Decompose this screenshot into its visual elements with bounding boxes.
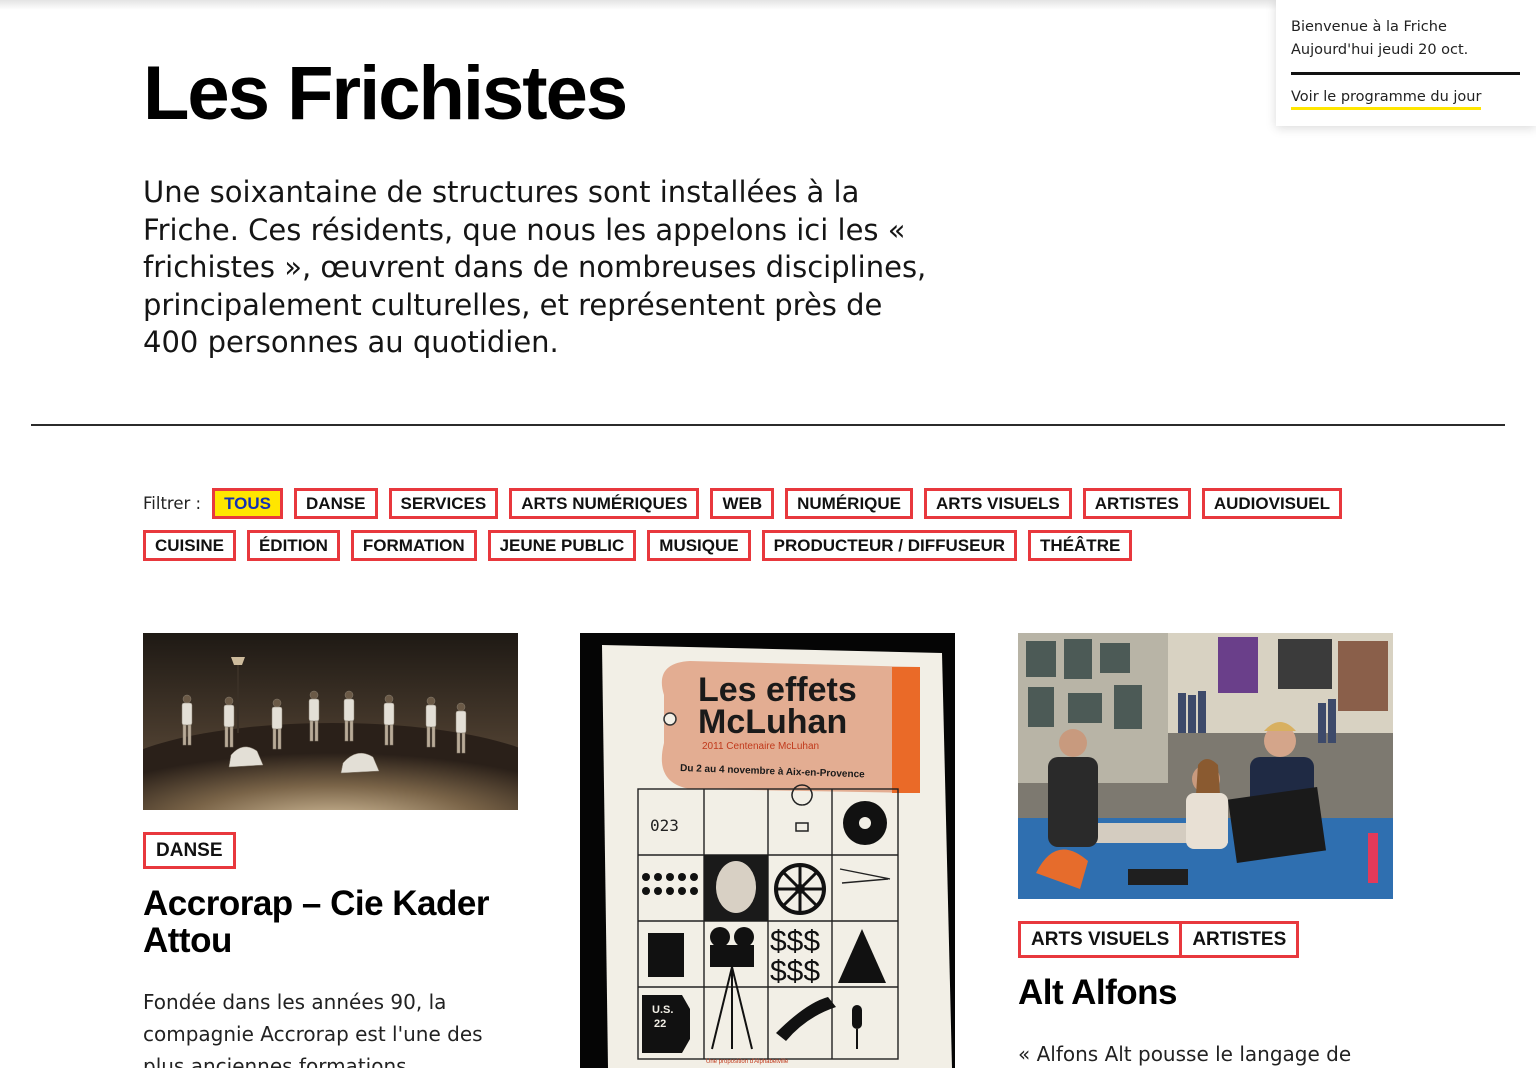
card-excerpt: « Alfons Alt pousse le langage de	[1018, 1042, 1352, 1066]
filter-audiovisuel[interactable]: AUDIOVISUEL	[1201, 488, 1343, 519]
card-tags: ARTS VISUELS ARTISTES	[1018, 921, 1393, 958]
intro-paragraph: Une soixantaine de structures sont insta…	[143, 175, 927, 359]
card-tag-arts-visuels[interactable]: ARTS VISUELS	[1018, 921, 1183, 958]
filter-bar: Filtrer : TOUS DANSE SERVICES ARTS NUMÉR…	[143, 488, 1363, 561]
filter-numerique[interactable]: NUMÉRIQUE	[785, 488, 914, 519]
filter-label: Filtrer :	[143, 494, 202, 513]
filter-formation[interactable]: FORMATION	[350, 530, 477, 561]
daily-program-link[interactable]: Voir le programme du jour	[1291, 88, 1482, 110]
filter-musique[interactable]: MUSIQUE	[647, 530, 751, 561]
poster-stamp-bottom: 22	[654, 1018, 666, 1030]
card-title[interactable]: Accrorap – Cie Kader Attou	[143, 885, 518, 959]
poster-credit: Une proposition d'Alphabetville	[706, 1059, 789, 1065]
poster-money-row2: $$$	[770, 955, 820, 988]
poster-counter: 023	[650, 816, 679, 835]
poster-money-row1: $$$	[770, 925, 820, 958]
welcome-greeting: Bienvenue à la Friche	[1291, 19, 1447, 35]
artist-studio-photo[interactable]	[1018, 633, 1393, 899]
filter-arts-numeriques[interactable]: ARTS NUMÉRIQUES	[509, 488, 700, 519]
filter-theatre[interactable]: THÉÂTRE	[1028, 530, 1133, 561]
frichiste-card[interactable]: DANSE Accrorap – Cie Kader Attou Fondée …	[143, 633, 518, 1068]
filter-producteur-diffuseur[interactable]: PRODUCTEUR / DIFFUSEUR	[761, 530, 1018, 561]
mcluhan-poster-image[interactable]: Les effets McLuhan 2011 Centenaire McLuh…	[580, 633, 955, 1068]
welcome-panel: Bienvenue à la Friche Aujourd'hui jeudi …	[1276, 0, 1536, 126]
card-title[interactable]: Alt Alfons	[1018, 974, 1393, 1011]
card-tags: DANSE	[143, 832, 518, 869]
filter-web[interactable]: WEB	[710, 488, 775, 519]
card-tag-danse[interactable]: DANSE	[143, 832, 236, 869]
frichiste-card[interactable]: Les effets McLuhan 2011 Centenaire McLuh…	[580, 633, 955, 1068]
section-divider	[31, 424, 1505, 426]
filter-danse[interactable]: DANSE	[294, 488, 378, 519]
card-tag-artistes[interactable]: ARTISTES	[1182, 921, 1300, 958]
filter-artistes[interactable]: ARTISTES	[1082, 488, 1191, 519]
poster-subtitle: 2011 Centenaire McLuhan	[702, 741, 819, 752]
card-excerpt: Fondée dans les années 90, la compagnie …	[143, 990, 483, 1068]
filter-edition[interactable]: ÉDITION	[246, 530, 340, 561]
frichiste-card[interactable]: ARTS VISUELS ARTISTES Alt Alfons « Alfon…	[1018, 633, 1393, 1068]
filter-tous[interactable]: TOUS	[212, 488, 284, 519]
welcome-divider	[1291, 72, 1520, 75]
poster-stamp-top: U.S.	[652, 1004, 673, 1016]
dance-stage-photo[interactable]	[143, 633, 518, 810]
welcome-date: Aujourd'hui jeudi 20 oct.	[1291, 42, 1469, 58]
filter-cuisine[interactable]: CUISINE	[143, 530, 236, 561]
filter-arts-visuels[interactable]: ARTS VISUELS	[924, 488, 1072, 519]
filter-jeune-public[interactable]: JEUNE PUBLIC	[487, 530, 637, 561]
page-title: Les Frichistes	[143, 51, 628, 136]
poster-title-line2: McLuhan	[698, 703, 847, 741]
filter-services[interactable]: SERVICES	[388, 488, 499, 519]
